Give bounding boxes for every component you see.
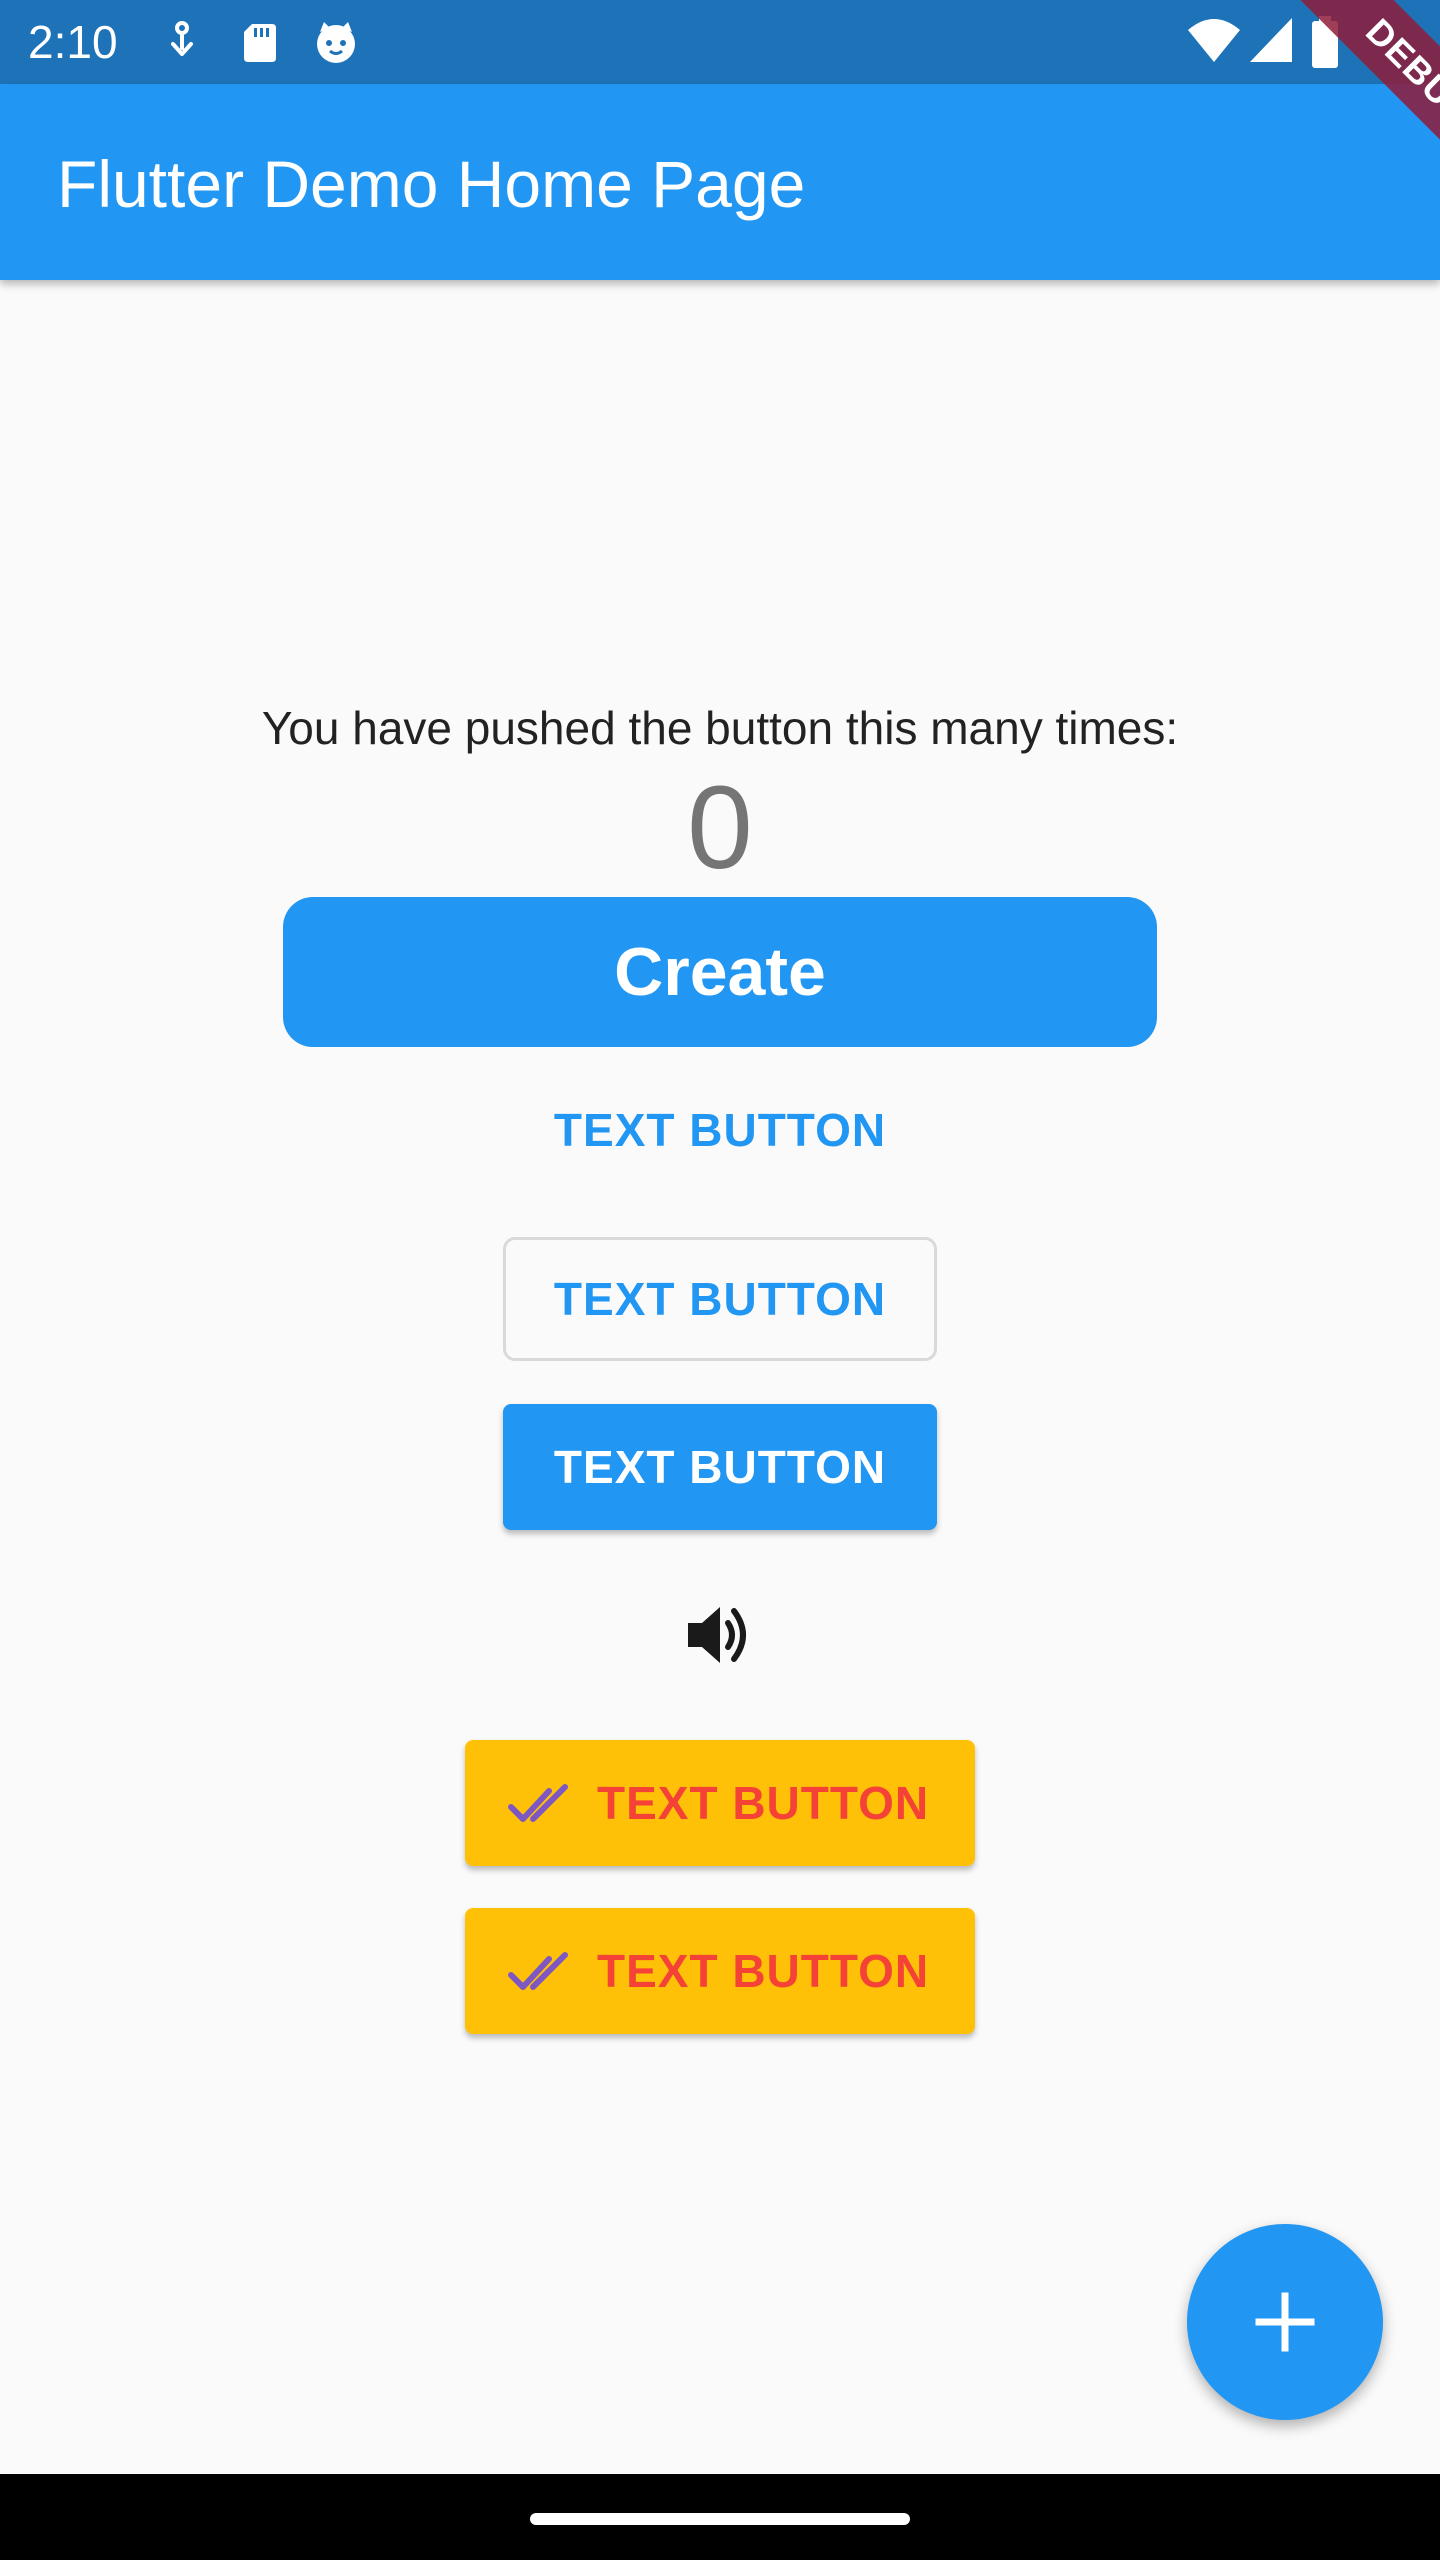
pushed-text: You have pushed the button this many tim… [261,702,1179,754]
sd-card-icon [244,24,276,62]
signal-icon [1250,18,1292,62]
double-check-icon [508,1952,568,1990]
status-bar: 2:10 [0,0,1440,84]
cat-face-icon [317,22,355,63]
text-button[interactable]: TEXT BUTTON [470,1090,970,1170]
screen: 2:10 DEBUG Flutter Demo Home Page You ha… [0,0,1440,2560]
add-icon [1255,2292,1315,2352]
amber-button-label: TEXT BUTTON [597,1777,930,1829]
amber-icon-button-2[interactable]: TEXT BUTTON [465,1908,975,2034]
download-icon [171,21,193,56]
double-check-icon [508,1784,568,1822]
status-time: 2:10 [28,16,118,68]
app-title: Flutter Demo Home Page [57,147,806,221]
amber-icon-button-1[interactable]: TEXT BUTTON [465,1740,975,1866]
outlined-text-button[interactable]: TEXT BUTTON [503,1237,937,1361]
app-bar: Flutter Demo Home Page [0,84,1440,280]
counter-value: 0 [687,762,753,894]
volume-up-icon[interactable] [680,1595,760,1675]
create-button[interactable]: Create [283,897,1157,1047]
elevated-text-button[interactable]: TEXT BUTTON [503,1404,937,1530]
amber-button-label: TEXT BUTTON [597,1945,930,1997]
wifi-icon [1188,19,1240,62]
increment-fab[interactable] [1187,2224,1383,2420]
home-indicator[interactable] [530,2513,910,2525]
